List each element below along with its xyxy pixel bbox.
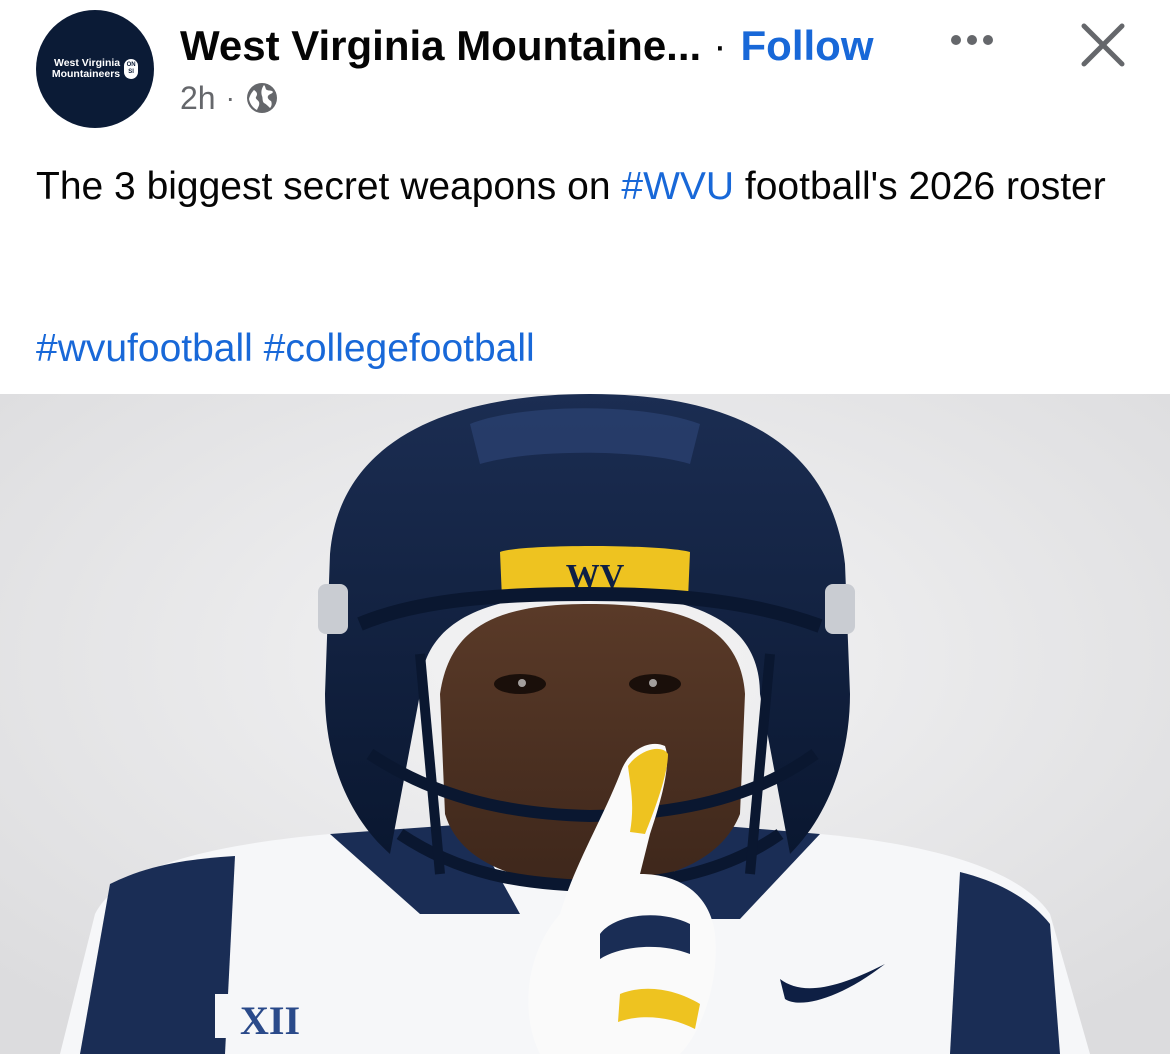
page-avatar[interactable]: West Virginia Mountaineers ON SI (36, 10, 154, 128)
meta-separator: · (225, 82, 235, 113)
hashtag-link[interactable]: #collegefootball (264, 327, 535, 370)
caption-text-end: football's 2026 roster (734, 165, 1106, 208)
svg-text:XII: XII (240, 998, 300, 1043)
hashtag-link[interactable]: #WVU (621, 165, 734, 208)
football-player-photo: XII WV (0, 394, 1170, 1054)
close-button[interactable] (1076, 18, 1130, 72)
facebook-post: West Virginia Mountaineers ON SI West Vi… (0, 0, 1170, 1054)
more-options-icon (951, 35, 993, 45)
post-image[interactable]: XII WV (0, 394, 1170, 1054)
big12-patch: XII (215, 994, 325, 1043)
avatar-logo-text: West Virginia Mountaineers (51, 57, 121, 80)
follow-button[interactable]: Follow (741, 22, 874, 70)
hashtag-link[interactable]: #wvufootball (36, 327, 253, 370)
caption-text-start: The 3 biggest secret weapons on (36, 165, 622, 208)
more-options-button[interactable] (942, 22, 1002, 58)
page-name-link[interactable]: West Virginia Mountaine... (180, 22, 701, 70)
post-meta: 2h · (180, 78, 279, 118)
post-caption: The 3 biggest secret weapons on #WVU foo… (36, 160, 1126, 213)
globe-icon (245, 81, 279, 115)
hashtag-list: #wvufootball #collegefootball (36, 322, 535, 375)
on-si-badge: ON SI (124, 59, 139, 79)
post-timestamp[interactable]: 2h (180, 80, 216, 117)
header-separator: · (713, 23, 727, 68)
post-header: West Virginia Mountaine... · Follow (180, 18, 874, 74)
close-icon (1081, 23, 1125, 67)
